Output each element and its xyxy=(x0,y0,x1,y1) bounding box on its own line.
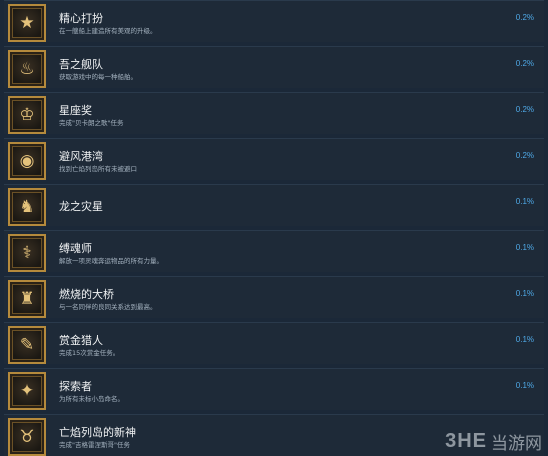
achievement-row[interactable]: ♞ 龙之灾星 0.1% xyxy=(4,184,544,226)
unlock-percentage: 0.2% xyxy=(515,13,534,22)
dragon-icon: ♞ xyxy=(8,188,46,226)
achievement-title: 吾之舰队 xyxy=(59,58,103,71)
achievement-description: 与一名同伴的良同关系达到最高。 xyxy=(59,303,157,311)
achievement-title: 赏金猎人 xyxy=(59,334,103,347)
achievement-title: 精心打扮 xyxy=(59,12,103,25)
achievement-description: 完成15次赏金任务。 xyxy=(59,349,120,357)
achievement-description: 获取游戏中的每一种船舶。 xyxy=(59,73,137,81)
achievement-description: 在一艘船上建造所有美观的升级。 xyxy=(59,27,157,35)
achievement-description: 找到亡焰列岛所有未被避口 xyxy=(59,165,137,173)
star-badge-icon: ★ xyxy=(8,4,46,42)
achievement-title: 探索者 xyxy=(59,380,92,393)
unlock-percentage: 0.2% xyxy=(515,59,534,68)
unlock-percentage: 0.1% xyxy=(515,335,534,344)
achievement-row[interactable]: ◉ 避风港湾 找到亡焰列岛所有未被避口 0.2% xyxy=(4,138,544,180)
caduceus-icon: ⚕ xyxy=(8,234,46,272)
achievement-row[interactable]: ⚕ 缚魂师 解放一项灵魂奔运物品的所有力量。 0.1% xyxy=(4,230,544,272)
new-god-horns-icon: ♉ xyxy=(8,418,46,456)
achievement-title: 龙之灾星 xyxy=(59,200,103,213)
achievement-description: 为所有未标小岛命名。 xyxy=(59,395,124,403)
achievement-title: 亡焰列岛的新神 xyxy=(59,426,136,439)
explorer-stars-icon: ✦ xyxy=(8,372,46,410)
achievement-row[interactable]: ♨ 吾之舰队 获取游戏中的每一种船舶。 0.2% xyxy=(4,46,544,88)
achievement-row[interactable]: ♔ 星座奖 完成"贝卡朗之歌"任务 0.2% xyxy=(4,92,544,134)
watermark-text: 当游网 xyxy=(491,433,542,454)
unlock-percentage: 0.1% xyxy=(515,289,534,298)
achievement-description: 完成"吉格雷涅斯哥"任务 xyxy=(59,441,130,449)
achievement-row[interactable]: ★ 精心打扮 在一艘船上建造所有美观的升级。 0.2% xyxy=(4,0,544,42)
unlock-percentage: 0.2% xyxy=(515,105,534,114)
achievement-title: 避风港湾 xyxy=(59,150,103,163)
unlock-percentage: 0.2% xyxy=(515,151,534,160)
unlock-percentage: 0.1% xyxy=(515,197,534,206)
achievement-description: 完成"贝卡朗之歌"任务 xyxy=(59,119,124,127)
celestial-award-icon: ♔ xyxy=(8,96,46,134)
watermark-logo: 3HE xyxy=(445,429,487,452)
achievement-title: 星座奖 xyxy=(59,104,92,117)
achievement-title: 燃烧的大桥 xyxy=(59,288,114,301)
burning-bridge-icon: ♜ xyxy=(8,280,46,318)
achievement-row[interactable]: ✦ 探索者 为所有未标小岛命名。 0.1% xyxy=(4,368,544,410)
achievement-row[interactable]: ✎ 赏金猎人 完成15次赏金任务。 0.1% xyxy=(4,322,544,364)
achievement-description: 解放一项灵魂奔运物品的所有力量。 xyxy=(59,257,163,265)
achievement-title: 缚魂师 xyxy=(59,242,92,255)
globe-icon: ◉ xyxy=(8,142,46,180)
unlock-percentage: 0.1% xyxy=(515,243,534,252)
site-watermark: 3HE 当游网 xyxy=(445,428,542,454)
achievement-row[interactable]: ♜ 燃烧的大桥 与一名同伴的良同关系达到最高。 0.1% xyxy=(4,276,544,318)
unlock-percentage: 0.1% xyxy=(515,381,534,390)
bounty-scroll-icon: ✎ xyxy=(8,326,46,364)
flame-helmet-icon: ♨ xyxy=(8,50,46,88)
